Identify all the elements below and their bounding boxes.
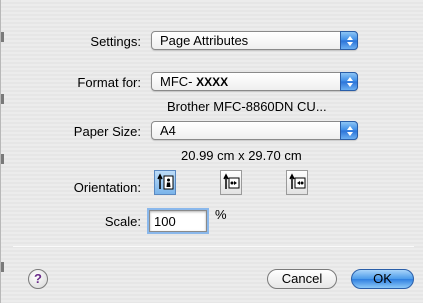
orientation-label: Orientation:	[73, 180, 141, 195]
reverse-landscape-icon	[289, 173, 306, 189]
paper-dimensions: 20.99 cm x 29.70 cm	[181, 148, 302, 163]
window-edge-mark	[1, 32, 4, 42]
paper-size-label: Paper Size:	[73, 124, 141, 139]
settings-label: Settings:	[90, 34, 141, 49]
window-edge-mark	[1, 154, 4, 164]
paper-size-popup[interactable]: A4	[151, 121, 358, 140]
portrait-icon	[157, 173, 174, 190]
page-setup-sheet: Settings: Page Attributes Format for: MF…	[0, 0, 423, 303]
format-for-value-model: XXXX	[196, 75, 229, 89]
settings-value: Page Attributes	[160, 33, 249, 48]
ok-button[interactable]: OK	[351, 269, 414, 289]
help-button[interactable]: ?	[28, 269, 48, 289]
printer-description: Brother MFC-8860DN CU...	[167, 99, 327, 114]
divider	[13, 246, 414, 247]
orientation-landscape-button[interactable]	[220, 170, 242, 195]
popup-arrows-icon	[340, 31, 358, 50]
popup-arrows-icon	[340, 72, 358, 91]
window-edge-mark	[1, 262, 4, 272]
format-for-value-prefix: MFC-	[160, 74, 193, 89]
popup-arrows-icon	[340, 121, 358, 140]
scale-unit: %	[215, 207, 227, 222]
orientation-portrait-button[interactable]	[154, 170, 176, 195]
scale-input[interactable]	[147, 208, 209, 234]
window-edge-mark	[1, 94, 4, 104]
format-for-popup[interactable]: MFC- XXXX	[151, 72, 358, 91]
paper-size-value: A4	[160, 123, 176, 138]
cancel-button[interactable]: Cancel	[267, 269, 337, 289]
scale-label: Scale:	[104, 214, 141, 229]
landscape-icon	[223, 173, 240, 189]
orientation-reverse-landscape-button[interactable]	[286, 170, 308, 195]
format-for-label: Format for:	[77, 75, 141, 90]
settings-popup[interactable]: Page Attributes	[151, 31, 358, 50]
